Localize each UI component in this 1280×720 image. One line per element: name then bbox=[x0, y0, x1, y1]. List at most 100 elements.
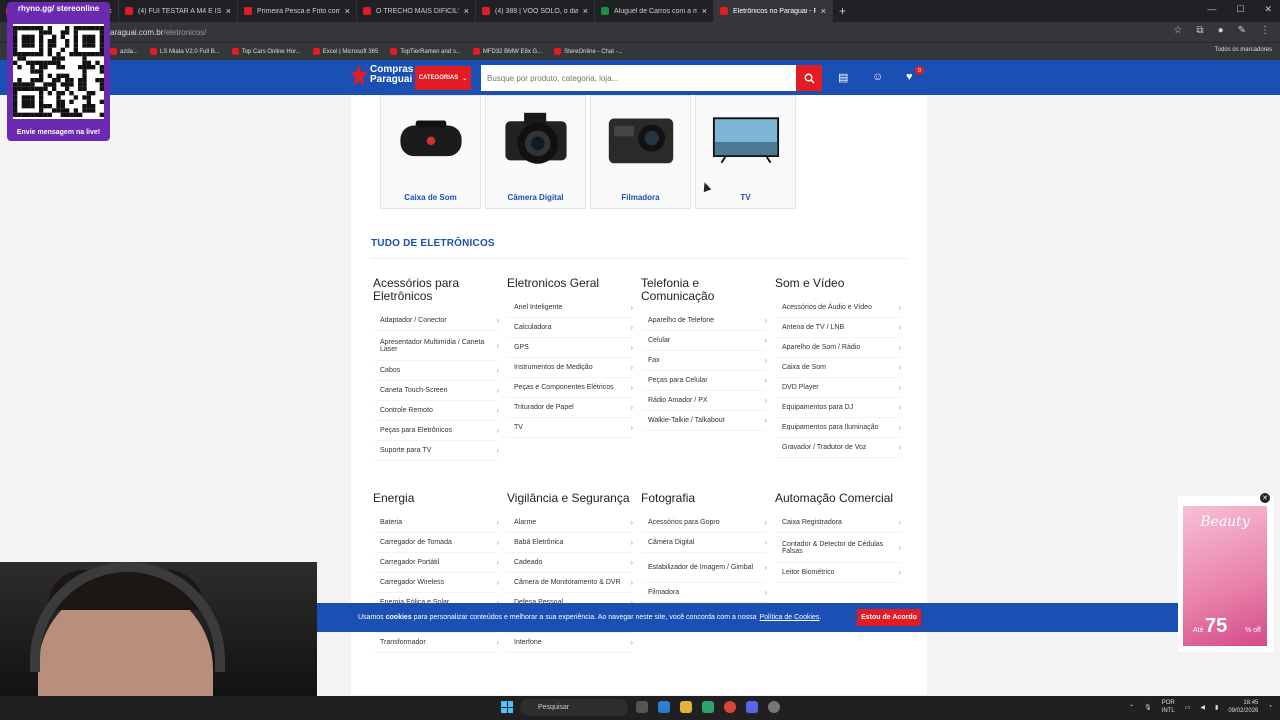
category-list-item[interactable]: Walkie-Talkie / Talkabout › bbox=[641, 411, 767, 431]
address-bar[interactable]: araguai.com.br/eletronicos/ bbox=[110, 28, 207, 37]
category-list-item[interactable]: Câmera de Monitoramento & DVR › bbox=[507, 573, 633, 593]
category-list-item[interactable]: Transformador › bbox=[373, 633, 499, 653]
category-list-item[interactable]: Antena de TV / LNB › bbox=[775, 318, 901, 338]
category-list-item[interactable]: Calculadora › bbox=[507, 318, 633, 338]
category-list-item[interactable]: Câmera Digital › bbox=[641, 533, 767, 553]
calculator-icon[interactable]: ▤ bbox=[838, 71, 848, 84]
category-list-item[interactable]: Acessórios para Gopro › bbox=[641, 513, 767, 533]
taskbar-search[interactable]: Pesquisar bbox=[520, 699, 628, 716]
category-list-item[interactable]: Carregador Portátil › bbox=[373, 553, 499, 573]
category-list-item[interactable]: Triturador de Papel › bbox=[507, 398, 633, 418]
edit-icon[interactable]: ✎ bbox=[1238, 25, 1246, 36]
category-list-item[interactable]: TV › bbox=[507, 418, 633, 438]
edge-icon[interactable] bbox=[702, 701, 714, 713]
profile-icon[interactable]: ● bbox=[1218, 25, 1224, 36]
category-list-item[interactable]: Caixa Registradora › bbox=[775, 513, 901, 533]
category-list-item[interactable]: Bateria › bbox=[373, 513, 499, 533]
battery-icon[interactable]: ▮ bbox=[1215, 704, 1218, 711]
browser-tab[interactable]: Eletrônicos no Paraguai - Preç × bbox=[714, 0, 833, 22]
category-list-item[interactable]: Carregador Wireless › bbox=[373, 573, 499, 593]
new-tab-button[interactable]: + bbox=[833, 4, 852, 18]
tab-close-icon[interactable]: × bbox=[583, 6, 588, 16]
minimize-icon[interactable]: — bbox=[1207, 4, 1216, 15]
tab-close-icon[interactable]: × bbox=[345, 6, 350, 16]
categories-button[interactable]: CATEGORIAS ⌄ bbox=[415, 66, 471, 90]
category-list-item[interactable]: Aparelho de Som / Rádio › bbox=[775, 338, 901, 358]
browser-tab[interactable]: O TRECHO MAIS DIFÍCIL? Trazi × bbox=[357, 0, 476, 22]
bookmark-item[interactable]: LS Miata V2.0 Full B... bbox=[150, 48, 220, 55]
accept-cookies-button[interactable]: Estou de Acordo bbox=[857, 609, 921, 626]
browser-tab[interactable]: (4) FUI TESTAR A M4 E ISSO AC × bbox=[119, 0, 238, 22]
browser-tab[interactable]: (4) 388 | VOO SOLO, o dia que × bbox=[476, 0, 595, 22]
windows-start-icon[interactable] bbox=[501, 701, 513, 713]
bookmark-item[interactable]: StereOnline - Chat -... bbox=[554, 48, 623, 55]
category-column-title[interactable]: Eletronicos Geral bbox=[507, 277, 633, 290]
category-column-title[interactable]: Som e Vídeo bbox=[775, 277, 901, 290]
category-list-item[interactable]: Instrumentos de Medição › bbox=[507, 358, 633, 378]
category-list-item[interactable]: Equipamentos para Iluminação › bbox=[775, 418, 901, 438]
side-ad[interactable]: ✕ Beauty Até 75 % off bbox=[1178, 493, 1274, 652]
discord-icon[interactable] bbox=[746, 701, 758, 713]
obs-icon[interactable] bbox=[768, 701, 780, 713]
browser-tab[interactable]: Primeira Pesca e Frito com Fari × bbox=[238, 0, 357, 22]
category-list-item[interactable]: Controle Remoto › bbox=[373, 401, 499, 421]
task-view-icon[interactable] bbox=[636, 701, 648, 713]
bookmark-star-icon[interactable]: ☆ bbox=[1173, 25, 1182, 36]
category-card-camcorder[interactable]: Filmadora bbox=[590, 95, 691, 209]
category-list-item[interactable]: Equipamentos para DJ › bbox=[775, 398, 901, 418]
all-bookmarks-button[interactable]: Todos os marcadores bbox=[1215, 47, 1272, 53]
heart-icon[interactable]: ♥ bbox=[906, 71, 913, 83]
category-list-item[interactable]: Caneta Touch-Screen › bbox=[373, 381, 499, 401]
search-input[interactable] bbox=[481, 65, 796, 91]
bookmark-item[interactable]: Top Cars Online Hor... bbox=[231, 48, 301, 55]
category-list-item[interactable]: Estabilizador de Imagem / Gimbal › bbox=[641, 553, 767, 583]
category-card-tv[interactable]: TV bbox=[695, 95, 796, 209]
tab-close-icon[interactable]: × bbox=[226, 6, 231, 16]
bookmark-item[interactable]: azda... bbox=[110, 48, 138, 55]
category-list-item[interactable]: Cadeado › bbox=[507, 553, 633, 573]
close-window-icon[interactable]: ✕ bbox=[1264, 4, 1272, 15]
category-list-item[interactable]: Adaptador / Conector › bbox=[373, 311, 499, 331]
network-icon[interactable]: ▭ bbox=[1185, 704, 1191, 711]
ad-banner-image[interactable]: Beauty Até 75 % off bbox=[1183, 506, 1267, 646]
tray-chevron-icon[interactable]: ⌃ bbox=[1129, 704, 1134, 711]
maximize-icon[interactable]: ☐ bbox=[1236, 4, 1244, 15]
bookmark-item[interactable]: Excel | Microsoft 365 bbox=[312, 48, 378, 55]
tab-close-icon[interactable]: × bbox=[464, 6, 469, 16]
category-list-item[interactable]: DVD Player › bbox=[775, 378, 901, 398]
category-list-item[interactable]: GPS › bbox=[507, 338, 633, 358]
bookmark-item[interactable]: MFD32 BMW E8x G... bbox=[472, 48, 542, 55]
category-list-item[interactable]: Interfone › bbox=[507, 633, 633, 653]
category-list-item[interactable]: Fax › bbox=[641, 351, 767, 371]
category-list-item[interactable]: Gravador / Tradutor de Voz › bbox=[775, 438, 901, 458]
volume-icon[interactable]: ◀ bbox=[1200, 704, 1205, 711]
category-list-item[interactable]: Acessórios de Áudio e Vídeo › bbox=[775, 298, 901, 318]
search-button[interactable] bbox=[796, 65, 822, 91]
category-list-item[interactable]: Celular › bbox=[641, 331, 767, 351]
keyboard-layout[interactable]: POR INTL bbox=[1162, 699, 1175, 715]
extensions-icon[interactable]: ⧉ bbox=[1196, 25, 1203, 36]
site-logo[interactable]: Compras Paraguai bbox=[350, 64, 413, 86]
category-list-item[interactable]: Peças para Eletrônicos › bbox=[373, 421, 499, 441]
category-list-item[interactable]: Cabos › bbox=[373, 361, 499, 381]
user-icon[interactable]: ☺ bbox=[872, 71, 883, 83]
category-list-item[interactable]: Aparelho de Telefone › bbox=[641, 311, 767, 331]
category-column-title[interactable]: Acessórios para Eletrônicos bbox=[373, 277, 499, 303]
clock[interactable]: 18:45 09/02/2026 bbox=[1228, 699, 1258, 715]
category-list-item[interactable]: Leitor Biométrico › bbox=[775, 563, 901, 583]
file-explorer-icon[interactable] bbox=[680, 701, 692, 713]
mic-icon[interactable]: 🎙 bbox=[1144, 704, 1152, 711]
bookmark-item[interactable]: TopTierRamen and s... bbox=[390, 48, 461, 55]
category-list-item[interactable]: Anel Inteligente › bbox=[507, 298, 633, 318]
cookie-policy-link[interactable]: Política de Cookies bbox=[759, 614, 819, 621]
copilot-icon[interactable] bbox=[658, 701, 670, 713]
category-list-item[interactable]: Carregador de Tomada › bbox=[373, 533, 499, 553]
notifications-icon[interactable]: ◔ bbox=[1268, 704, 1272, 710]
category-list-item[interactable]: Caixa de Som › bbox=[775, 358, 901, 378]
category-list-item[interactable]: Peças e Componentes Elétricos › bbox=[507, 378, 633, 398]
browser-tab[interactable]: Aluguel de Carros com a maior × bbox=[595, 0, 714, 22]
category-card-speaker[interactable]: Caixa de Som bbox=[380, 95, 481, 209]
category-list-item[interactable]: Contador & Detector de Cédulas Falsas › bbox=[775, 533, 901, 563]
category-column-title[interactable]: Automação Comercial bbox=[775, 492, 901, 505]
category-card-camera[interactable]: Câmera Digital bbox=[485, 95, 586, 209]
